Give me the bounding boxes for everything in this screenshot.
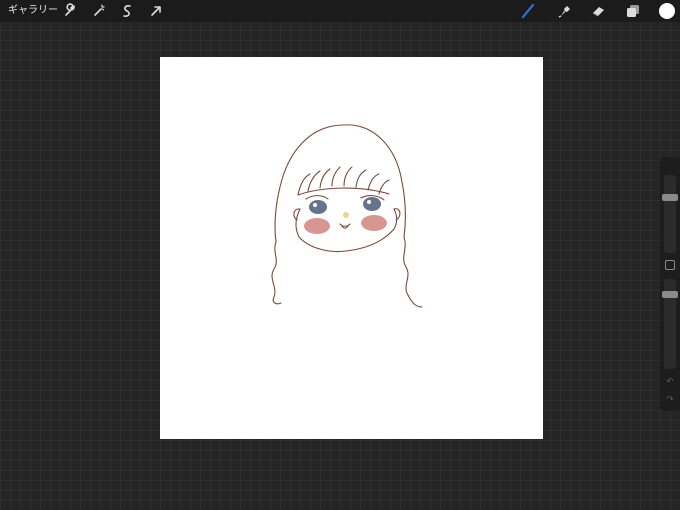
magic-wand-icon[interactable] bbox=[91, 3, 107, 19]
smudge-icon[interactable] bbox=[556, 3, 572, 19]
transform-arrow-icon[interactable] bbox=[148, 3, 164, 19]
brush-size-thumb[interactable] bbox=[662, 194, 678, 202]
girl-face-drawing bbox=[271, 124, 423, 308]
opacity-slider[interactable] bbox=[662, 279, 678, 369]
right-cheek bbox=[361, 215, 387, 231]
selection-icon[interactable] bbox=[119, 3, 135, 19]
opacity-thumb[interactable] bbox=[662, 290, 678, 298]
gallery-button[interactable]: ギャラリー bbox=[8, 4, 58, 18]
wrench-icon[interactable] bbox=[62, 3, 78, 19]
sidebar-sliders: ↶ ↷ bbox=[660, 157, 680, 411]
redo-icon[interactable]: ↷ bbox=[665, 395, 675, 405]
right-eye bbox=[363, 197, 381, 211]
layers-icon[interactable] bbox=[625, 3, 641, 19]
nose bbox=[343, 212, 349, 218]
color-picker-button[interactable] bbox=[659, 3, 675, 19]
drawing-canvas[interactable] bbox=[160, 57, 543, 439]
brush-icon[interactable] bbox=[520, 3, 536, 19]
undo-icon[interactable]: ↶ bbox=[665, 377, 675, 387]
modify-button[interactable] bbox=[665, 260, 675, 270]
eraser-icon[interactable] bbox=[590, 3, 606, 19]
brush-size-slider[interactable] bbox=[662, 175, 678, 253]
top-toolbar: ギャラリー bbox=[0, 0, 680, 22]
left-eye bbox=[309, 200, 327, 214]
left-cheek bbox=[304, 218, 330, 234]
